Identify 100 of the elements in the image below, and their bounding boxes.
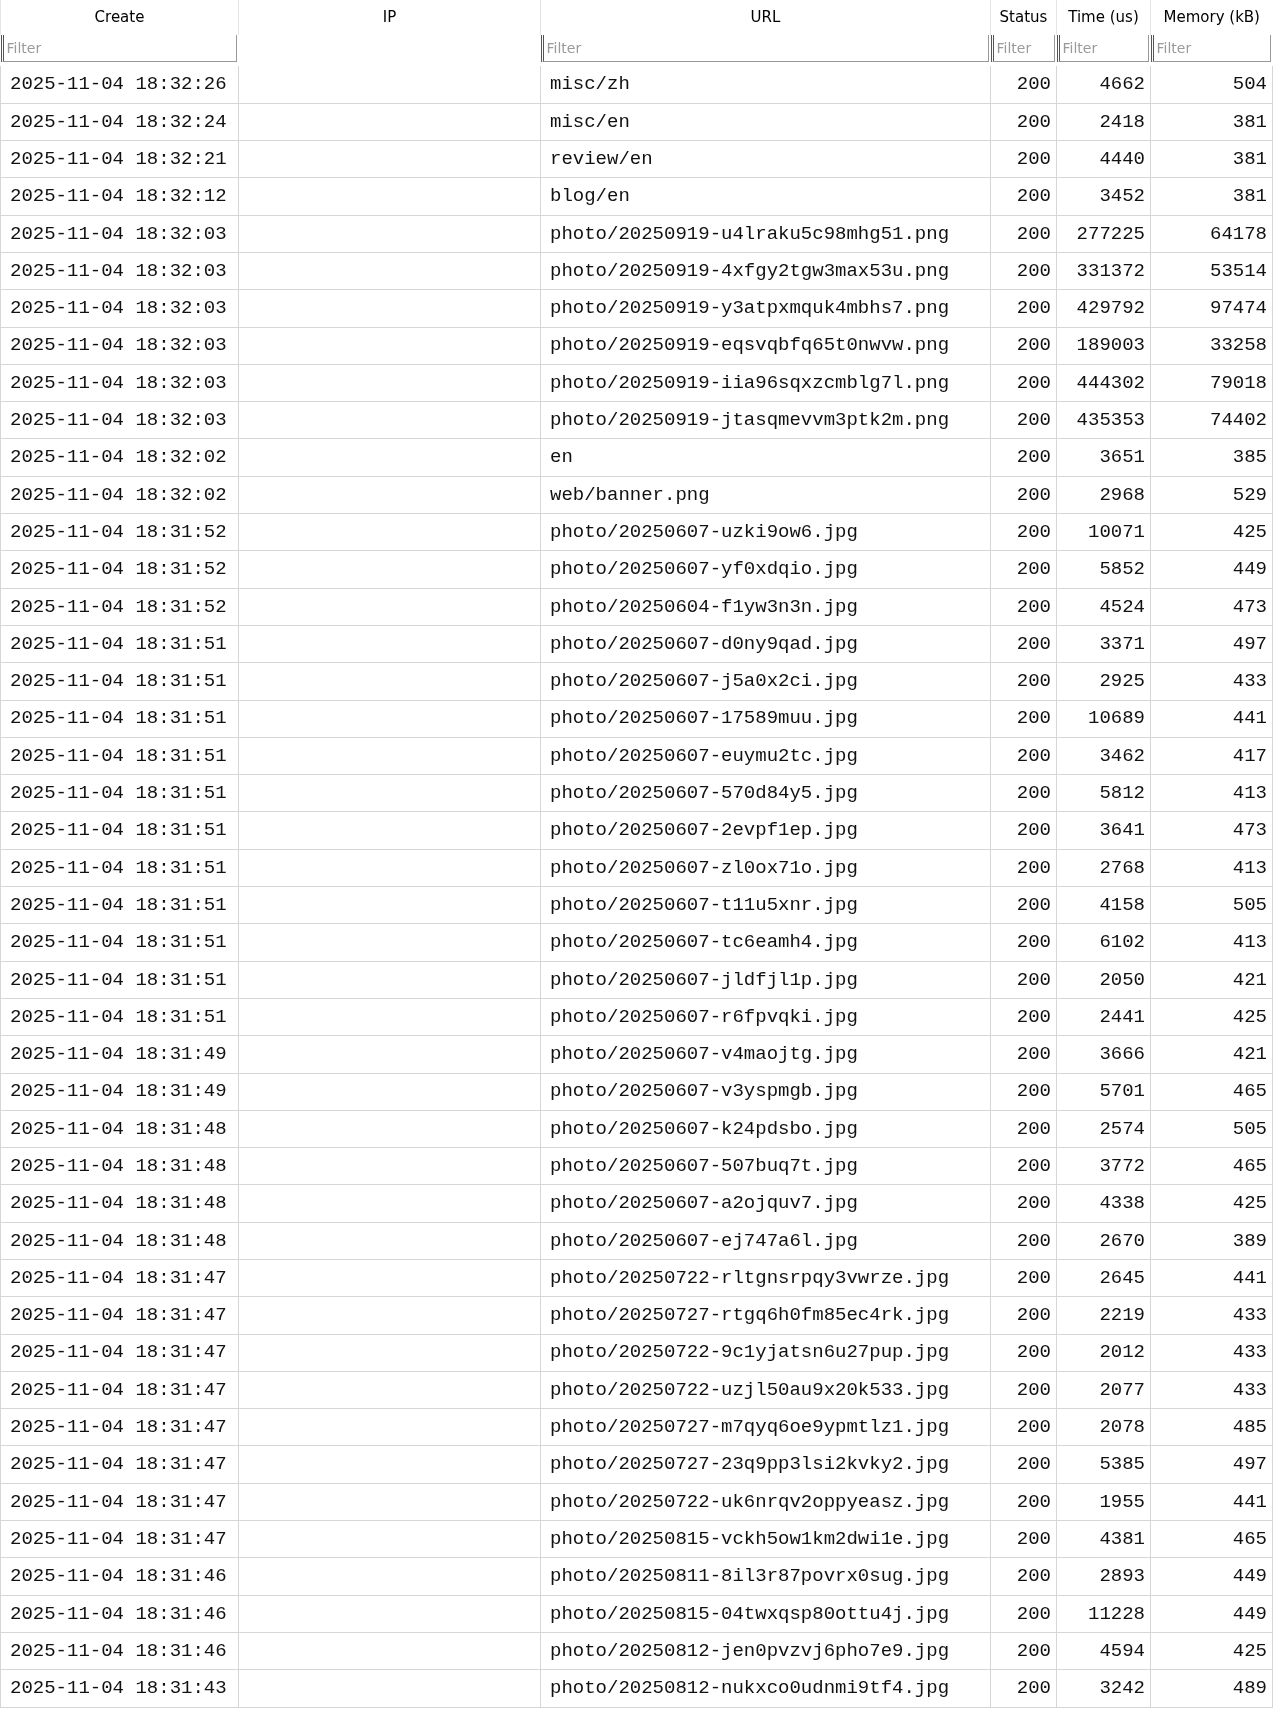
table-cell: 433 [1150,1334,1273,1372]
table-cell: 4381 [1056,1520,1151,1558]
table-cell: 2025-11-04 18:32:02 [0,476,239,514]
table-cell: 2025-11-04 18:31:48 [0,1110,239,1148]
table-cell: 200 [990,1408,1057,1446]
table-cell: blog/en [540,177,991,216]
table-cell: 4662 [1056,66,1151,104]
filter-field[interactable]: Filter [1150,35,1271,62]
table-cell: 200 [990,1632,1057,1670]
table-cell: 505 [1150,886,1273,924]
table-cell: 200 [990,588,1057,626]
table-cell: 2025-11-04 18:32:12 [0,177,239,216]
table-cell: 97474 [1150,289,1273,328]
table-cell: 2025-11-04 18:31:51 [0,998,239,1036]
table-cell: 381 [1150,140,1273,178]
table-cell: photo/20250607-uzki9ow6.jpg [540,513,991,551]
table-cell: photo/20250607-jldfjl1p.jpg [540,961,991,999]
table-cell: 2025-11-04 18:31:51 [0,849,239,887]
table-cell: 2025-11-04 18:31:49 [0,1035,239,1073]
table-cell: 435353 [1056,401,1151,439]
table-cell: 200 [990,1073,1057,1111]
table-cell: 3242 [1056,1669,1151,1708]
table-cell: 2441 [1056,998,1151,1036]
table-cell: 505 [1150,1110,1273,1148]
table-cell: photo/20250607-d0ny9qad.jpg [540,625,991,663]
table-cell: photo/20250607-tc6eamh4.jpg [540,923,991,962]
table-cell: 277225 [1056,215,1151,253]
table-cell: photo/20250727-m7qyq6oe9ypmtlz1.jpg [540,1408,991,1446]
table-cell: 2078 [1056,1408,1151,1446]
table-cell: 2925 [1056,662,1151,701]
table-cell: 529 [1150,476,1273,514]
table-cell: 2025-11-04 18:31:47 [0,1334,239,1372]
table-cell: 200 [990,886,1057,924]
table-cell: 200 [990,289,1057,328]
filter-field[interactable]: Filter [540,35,989,62]
table-cell: 425 [1150,1632,1273,1670]
table-cell: 2418 [1056,103,1151,141]
table-cell: 5852 [1056,550,1151,589]
table-cell: photo/20250919-eqsvqbfq65t0nwvw.png [540,327,991,365]
column-header[interactable]: IP [238,0,541,35]
table-cell: 200 [990,513,1057,551]
table-cell: photo/20250727-23q9pp3lsi2kvky2.jpg [540,1446,991,1484]
filter-field[interactable]: Filter [990,35,1055,62]
table-cell: 11228 [1056,1595,1151,1633]
table-cell: 2012 [1056,1334,1151,1372]
table-cell: 421 [1150,961,1273,999]
table-cell: 200 [990,1595,1057,1633]
table-cell: 413 [1150,849,1273,887]
table-cell: 497 [1150,625,1273,663]
table-cell: 2025-11-04 18:31:51 [0,625,239,663]
filter-field[interactable]: Filter [1056,35,1149,62]
table-cell: 4594 [1056,1632,1151,1670]
table-cell: 189003 [1056,327,1151,365]
table-cell: 425 [1150,998,1273,1036]
table-cell: 2025-11-04 18:31:43 [0,1669,239,1708]
table-cell: 200 [990,1371,1057,1409]
table-cell: 64178 [1150,215,1273,253]
table-cell: 6102 [1056,923,1151,962]
table-cell: 200 [990,1446,1057,1484]
table-cell: photo/20250607-euymu2tc.jpg [540,737,991,775]
table-cell: 2025-11-04 18:31:47 [0,1408,239,1446]
table-cell: 200 [990,364,1057,402]
table-cell: 2025-11-04 18:31:51 [0,662,239,701]
table-cell: 3641 [1056,811,1151,850]
table-cell: 200 [990,1296,1057,1335]
table-cell: 489 [1150,1669,1273,1708]
table-cell: 3462 [1056,737,1151,775]
table-cell: 2025-11-04 18:32:03 [0,364,239,402]
table-cell: 74402 [1150,401,1273,439]
table-cell: misc/en [540,103,991,141]
table-cell: 2025-11-04 18:31:48 [0,1147,239,1185]
table-cell: 200 [990,252,1057,290]
table-cell: 200 [990,1669,1057,1708]
table-cell: 200 [990,401,1057,439]
table-cell: 2025-11-04 18:31:51 [0,811,239,850]
table-cell: 433 [1150,1296,1273,1335]
table-cell: photo/20250607-yf0xdqio.jpg [540,550,991,589]
table-cell: 413 [1150,923,1273,962]
table-cell: 200 [990,700,1057,738]
table-cell: 2025-11-04 18:32:03 [0,327,239,365]
table-cell: 5812 [1056,774,1151,812]
table-cell: 200 [990,1222,1057,1260]
table-cell: 444302 [1056,364,1151,402]
table-cell: 200 [990,177,1057,216]
table-cell: 473 [1150,588,1273,626]
table-cell: review/en [540,140,991,178]
table-cell: 2645 [1056,1259,1151,1297]
table-cell: 4440 [1056,140,1151,178]
table-cell: 2025-11-04 18:32:03 [0,252,239,290]
table-cell: 2025-11-04 18:31:47 [0,1371,239,1409]
table-cell: photo/20250604-f1yw3n3n.jpg [540,588,991,626]
table-cell: 2025-11-04 18:32:03 [0,215,239,253]
filter-field[interactable]: Filter [0,35,237,62]
table-cell: 2050 [1056,961,1151,999]
table-cell: 53514 [1150,252,1273,290]
table-cell: 413 [1150,774,1273,812]
table-cell: 2025-11-04 18:31:48 [0,1222,239,1260]
table-cell: 200 [990,811,1057,850]
table-cell: 3651 [1056,438,1151,477]
table-cell: 3452 [1056,177,1151,216]
